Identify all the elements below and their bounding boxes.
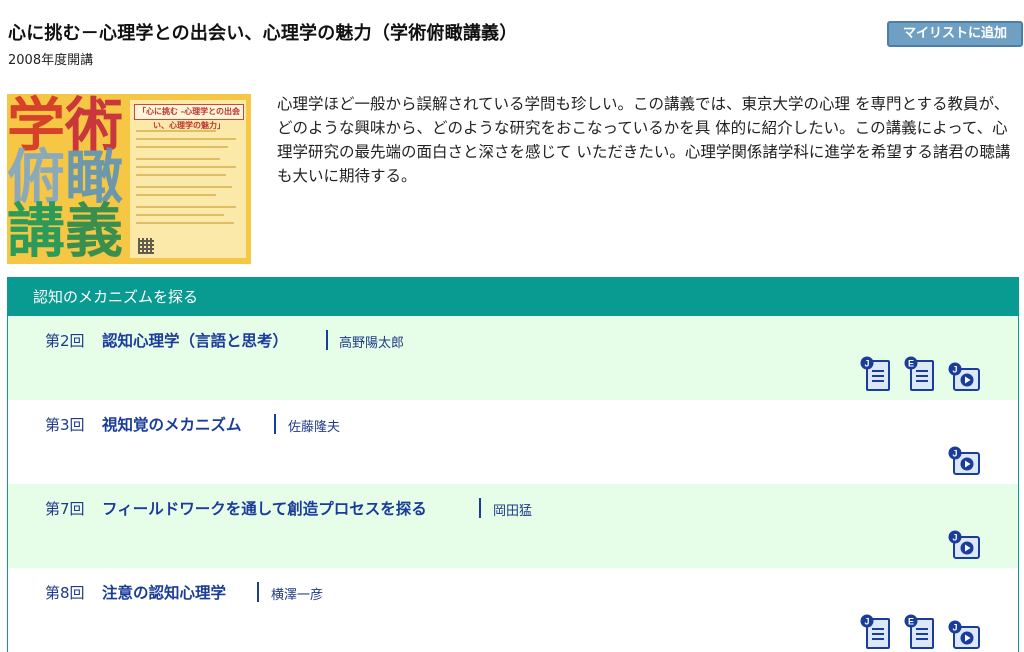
english-document-icon[interactable]: E — [904, 356, 936, 392]
qr-code-icon — [138, 238, 154, 254]
lecture-title-link[interactable]: 認知心理学（言語と思考） — [102, 329, 288, 351]
lecturer-name-link[interactable]: 高野陽太郎 — [339, 332, 404, 351]
course-description: 心理学ほど一般から誤解されている学問も珍しい。この講義では、東京大学の心理 を専… — [277, 95, 1011, 185]
add-to-mylist-button[interactable]: マイリストに追加 — [887, 21, 1023, 47]
icon-letter: E — [908, 359, 914, 369]
lecture-title-link[interactable]: 視知覚のメカニズム — [102, 413, 242, 435]
separator — [479, 498, 481, 518]
page-title: 心に挑む－心理学との出会い、心理学の魅力（学術俯瞰講義） — [8, 23, 518, 44]
lecture-section: 認知のメカニズムを探る 第2回 認知心理学（言語と思考） 高野陽太郎 J E J… — [7, 277, 1019, 652]
poster-heading: 「心に挑む -心理学との出会い、心理学の魅力」 — [134, 104, 244, 130]
icon-letter: J — [952, 449, 957, 459]
poster-schedule: 「心に挑む -心理学との出会い、心理学の魅力」 — [130, 100, 246, 258]
icon-letter: J — [864, 617, 869, 627]
icon-letter: E — [908, 617, 914, 627]
poster-character: 講 — [7, 197, 66, 264]
lecturer-name-link[interactable]: 佐藤隆夫 — [288, 416, 340, 435]
lecture-number: 第3回 — [45, 416, 85, 434]
course-year: 2008年度開講 — [8, 53, 94, 68]
lecture-row: 第7回 フィールドワークを通して創造プロセスを探る 岡田猛 J — [8, 484, 1018, 568]
material-icons: J — [948, 440, 980, 476]
separator — [326, 330, 328, 350]
material-icons: J — [948, 524, 980, 560]
icon-letter: J — [952, 533, 957, 543]
lecture-number: 第8回 — [45, 584, 85, 602]
section-title: 認知のメカニズムを探る — [8, 278, 1018, 316]
japanese-video-icon[interactable]: J — [948, 446, 980, 476]
japanese-document-icon[interactable]: J — [860, 356, 892, 392]
icon-letter: J — [864, 359, 869, 369]
separator — [274, 414, 276, 434]
material-icons: J E J — [860, 356, 980, 392]
icon-letter: J — [952, 365, 957, 375]
course-poster-image: 学 術 俯 瞰 講 義 「心に挑む -心理学との出会い、心理学の魅力」 — [7, 94, 251, 264]
lecture-row: 第8回 注意の認知心理学 横澤一彦 J E J — [8, 568, 1018, 652]
material-icons: J E J — [860, 614, 980, 650]
english-document-icon[interactable]: E — [904, 614, 936, 650]
lecture-row: 第3回 視知覚のメカニズム 佐藤隆夫 J — [8, 400, 1018, 484]
lecture-number: 第2回 — [45, 332, 85, 350]
japanese-video-icon[interactable]: J — [948, 530, 980, 560]
poster-character: 義 — [65, 197, 124, 264]
japanese-document-icon[interactable]: J — [860, 614, 892, 650]
japanese-video-icon[interactable]: J — [948, 620, 980, 650]
icon-letter: J — [952, 623, 957, 633]
japanese-video-icon[interactable]: J — [948, 362, 980, 392]
poster-title-block: 学 術 俯 瞰 講 義 — [7, 94, 132, 264]
lecture-row: 第2回 認知心理学（言語と思考） 高野陽太郎 J E J — [8, 316, 1018, 400]
lecture-title-link[interactable]: フィールドワークを通して創造プロセスを探る — [102, 497, 427, 519]
separator — [257, 582, 259, 602]
lecturer-name-link[interactable]: 岡田猛 — [493, 500, 532, 519]
lecture-number: 第7回 — [45, 500, 85, 518]
lecture-title-link[interactable]: 注意の認知心理学 — [102, 581, 226, 603]
lecturer-name-link[interactable]: 横澤一彦 — [271, 584, 323, 603]
